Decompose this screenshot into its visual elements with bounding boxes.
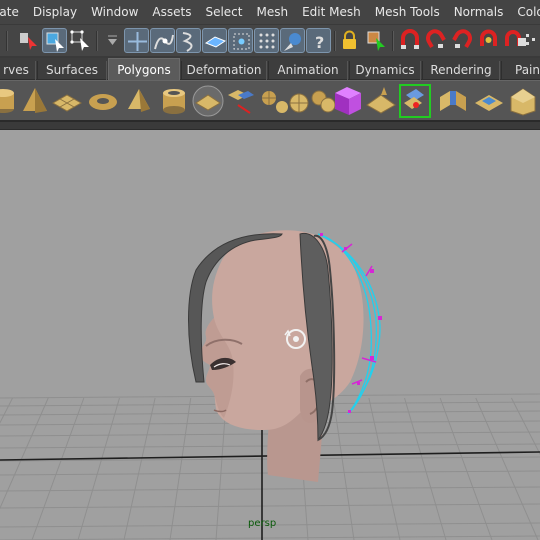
toolbar-separator <box>334 31 336 51</box>
extrude-icon[interactable] <box>224 83 258 119</box>
menu-item-select[interactable]: Select <box>198 0 249 24</box>
select-by-hierarchy-icon[interactable] <box>16 28 41 53</box>
polygons-shelf <box>0 80 540 122</box>
toolbar-separator <box>96 31 98 51</box>
head-model[interactable] <box>199 230 364 482</box>
lock-icon[interactable] <box>337 28 362 53</box>
status-line-toolbar: ? <box>0 24 540 56</box>
menu-item-window[interactable]: Window <box>84 0 145 24</box>
select-highlighted-icon[interactable] <box>364 28 389 53</box>
uv-snap-icon[interactable] <box>254 28 279 53</box>
append-polygon-icon[interactable] <box>364 83 398 119</box>
snap-to-view-planes-icon[interactable] <box>202 28 227 53</box>
menu-item-normals[interactable]: Normals <box>447 0 511 24</box>
select-by-component-icon[interactable] <box>68 28 93 53</box>
output-operations-icon[interactable] <box>424 28 449 53</box>
input-operations-icon[interactable] <box>398 28 423 53</box>
menu-item-eate[interactable]: eate <box>0 0 26 24</box>
menu-item-mesh[interactable]: Mesh <box>249 0 295 24</box>
viewport-canvas[interactable] <box>0 130 540 540</box>
svg-text:?: ? <box>315 33 324 52</box>
snap-to-curves-icon[interactable] <box>150 28 175 53</box>
select-by-object-icon[interactable] <box>42 28 67 53</box>
menu-item-color[interactable]: Color <box>510 0 540 24</box>
planar-mapping-icon[interactable] <box>506 83 540 119</box>
render-current-frame-icon[interactable] <box>476 28 501 53</box>
snap-to-points-icon[interactable] <box>176 28 201 53</box>
perspective-viewport[interactable]: persp <box>0 130 540 540</box>
tab-surfaces[interactable]: Surfaces <box>37 61 107 80</box>
tab-animation[interactable]: Animation <box>268 61 348 80</box>
construction-history-icon[interactable] <box>450 28 475 53</box>
toolbar-separator <box>392 31 394 51</box>
poly-pyramid-icon[interactable] <box>122 83 156 119</box>
multi-cut-icon[interactable] <box>398 83 432 119</box>
bridge-icon[interactable] <box>436 83 470 119</box>
tab-paint-effects[interactable]: Painte <box>501 61 540 80</box>
shelf-tab-bar: rves Surfaces Polygons Deformation Anima… <box>0 58 540 80</box>
snap-to-live-surface-icon[interactable] <box>228 28 253 53</box>
menu-item-edit-mesh[interactable]: Edit Mesh <box>295 0 368 24</box>
uv-editor-icon[interactable] <box>472 83 506 119</box>
camera-label: persp <box>248 518 277 529</box>
smooth-mesh-icon[interactable] <box>191 83 225 119</box>
tab-rendering[interactable]: Rendering <box>422 61 500 80</box>
toolbar-separator <box>6 31 8 51</box>
menu-set-dropdown-icon[interactable] <box>100 28 125 53</box>
mirror-geometry-icon[interactable] <box>331 83 365 119</box>
tab-deformation[interactable]: Deformation <box>181 61 267 80</box>
rotate-snap-icon[interactable] <box>280 28 305 53</box>
main-menu-bar: eateDisplayWindowAssetsSelectMeshEdit Me… <box>0 0 540 24</box>
snap-together-icon[interactable] <box>522 28 540 53</box>
panel-divider <box>0 122 540 130</box>
menu-item-mesh-tools[interactable]: Mesh Tools <box>368 0 447 24</box>
help-icon[interactable]: ? <box>306 28 331 53</box>
menu-item-display[interactable]: Display <box>26 0 84 24</box>
snap-to-grids-icon[interactable] <box>124 28 149 53</box>
poly-pipe-icon[interactable] <box>157 83 191 119</box>
poly-torus-icon[interactable] <box>86 83 120 119</box>
tab-polygons[interactable]: Polygons <box>108 58 180 80</box>
poly-cylinder-icon[interactable] <box>0 83 20 119</box>
poly-cone-icon[interactable] <box>18 83 52 119</box>
tab-curves[interactable]: rves <box>0 61 36 80</box>
poly-plane-icon[interactable] <box>50 83 84 119</box>
tab-dynamics[interactable]: Dynamics <box>349 61 421 80</box>
menu-item-assets[interactable]: Assets <box>145 0 198 24</box>
